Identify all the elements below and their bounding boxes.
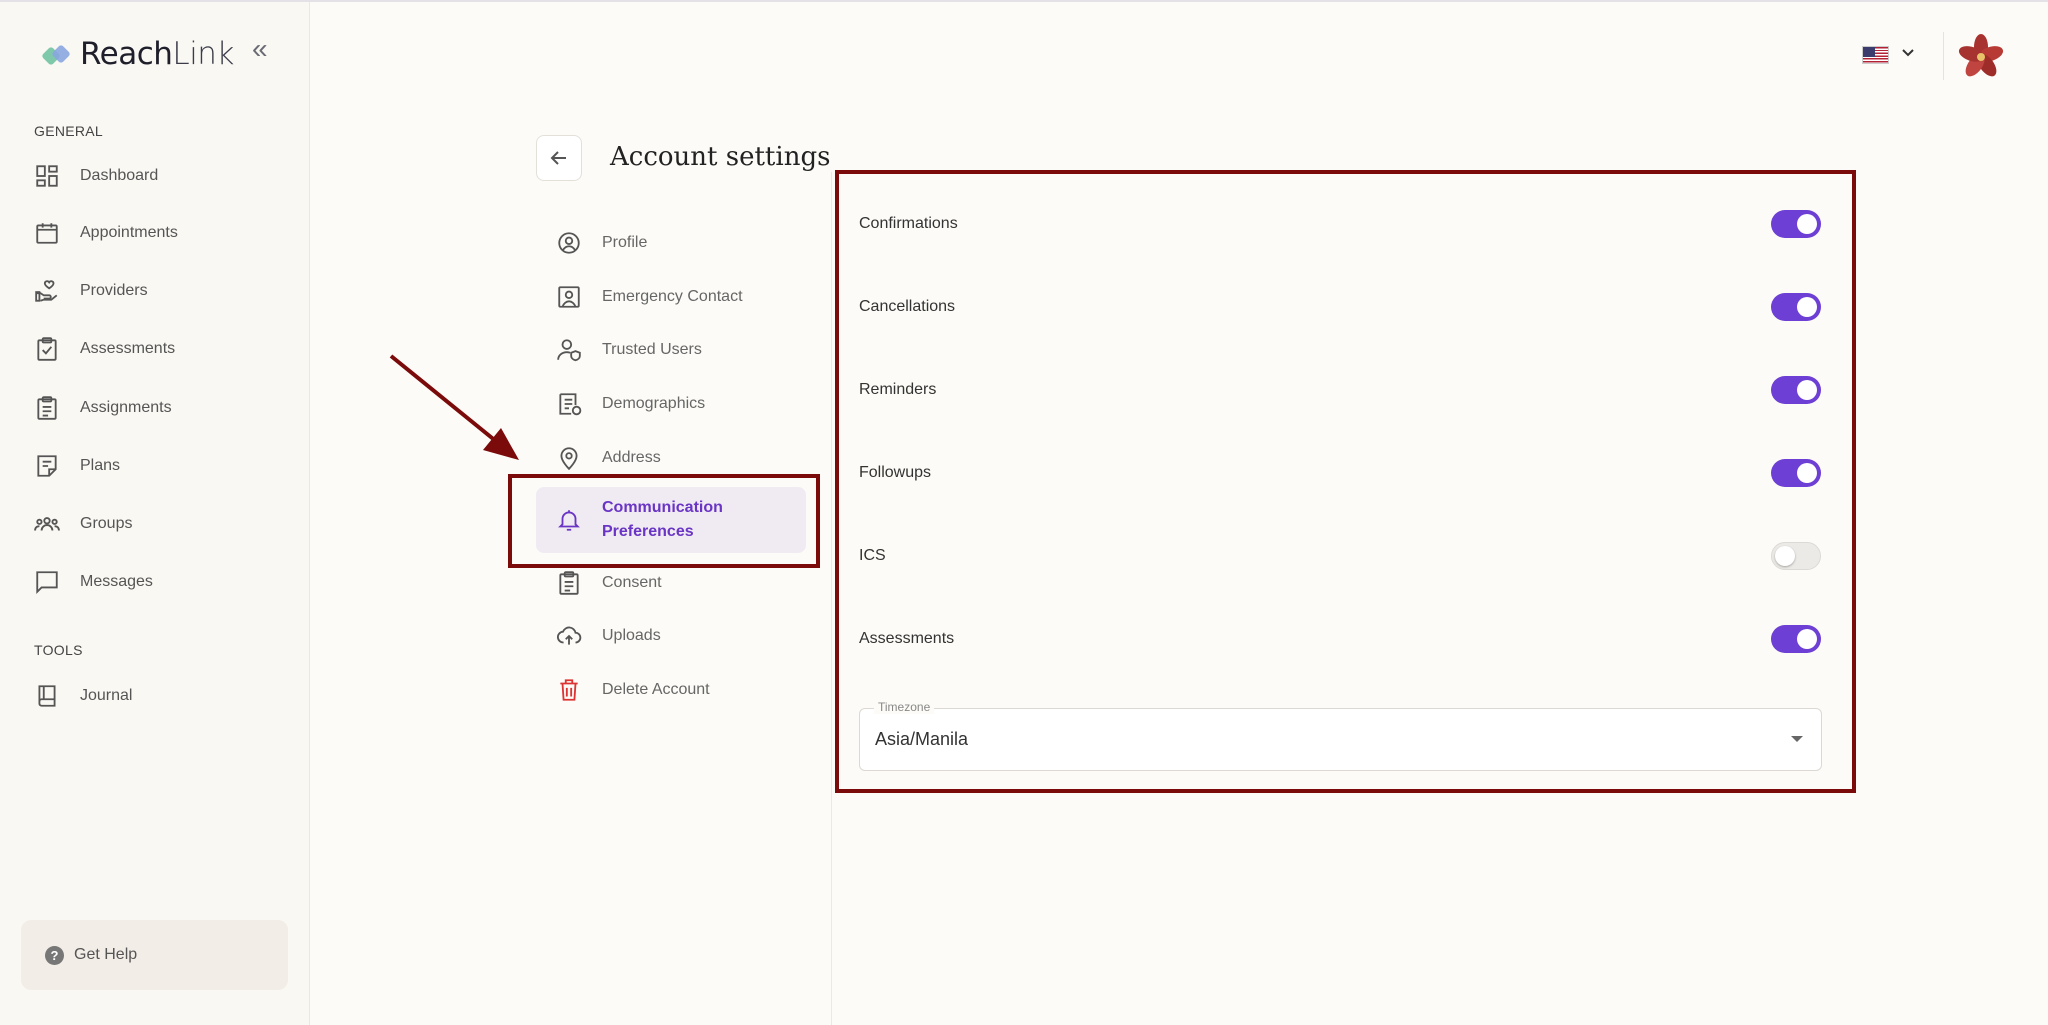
document-user-icon (559, 393, 582, 416)
chat-icon (36, 571, 58, 594)
settings-item-label: Uploads (602, 627, 661, 644)
sidebar-item-journal[interactable]: Journal (34, 681, 132, 711)
header-divider (1943, 32, 1944, 80)
sidebar-item-dashboard[interactable]: Dashboard (34, 161, 158, 191)
settings-item-label: Demographics (602, 395, 706, 412)
annotation-box-preferences (835, 170, 1856, 793)
settings-item-uploads[interactable]: Uploads (556, 623, 661, 649)
trash-icon (560, 679, 578, 701)
sidebar-item-groups[interactable]: Groups (34, 509, 132, 539)
us-flag-icon[interactable] (1862, 46, 1889, 64)
settings-item-demographics[interactable]: Demographics (556, 391, 705, 417)
sidebar-item-label: Messages (80, 573, 153, 590)
logo[interactable]: ReachLink (41, 36, 234, 72)
user-shield-icon (557, 339, 581, 362)
settings-item-profile[interactable]: Profile (556, 230, 647, 256)
settings-item-consent[interactable]: Consent (556, 570, 662, 596)
avatar[interactable] (1956, 32, 2006, 82)
sidebar-item-assessments[interactable]: Assessments (34, 334, 175, 364)
section-label-tools: TOOLS (34, 642, 83, 658)
note-icon (37, 455, 57, 477)
sidebar-item-label: Plans (80, 457, 121, 474)
settings-item-label: Delete Account (602, 681, 710, 698)
page-title: Account settings (610, 142, 831, 172)
group-icon (34, 517, 60, 531)
get-help-button[interactable]: ? Get Help (21, 920, 288, 990)
clipboard-check-icon (37, 337, 57, 361)
chevron-down-icon[interactable] (1900, 44, 1916, 60)
collapse-sidebar-icon[interactable]: « (252, 35, 278, 64)
sidebar-item-label: Dashboard (80, 167, 159, 184)
settings-item-label: Address (602, 449, 661, 466)
sidebar-item-assignments[interactable]: Assignments (34, 393, 172, 423)
settings-item-label: Emergency Contact (602, 288, 743, 305)
sidebar-item-label: Assessments (80, 340, 176, 357)
logo-text-light: Link (172, 36, 234, 72)
sidebar-item-label: Assignments (80, 399, 172, 416)
settings-item-label: Profile (602, 234, 648, 251)
cloud-upload-icon (557, 626, 582, 645)
sidebar-item-messages[interactable]: Messages (34, 567, 153, 597)
clipboard-icon (559, 571, 579, 595)
annotation-arrow (389, 354, 519, 460)
settings-item-emergency-contact[interactable]: Emergency Contact (556, 284, 743, 310)
sidebar-item-label: Appointments (80, 224, 178, 241)
section-label-general: GENERAL (34, 123, 104, 139)
settings-item-label: Consent (602, 574, 662, 591)
sidebar-item-label: Providers (80, 282, 148, 299)
sidebar-item-label: Groups (80, 515, 133, 532)
dashboard-icon (36, 165, 58, 187)
contact-card-icon (558, 286, 580, 308)
book-icon (38, 685, 56, 707)
calendar-icon (36, 223, 58, 244)
sidebar-item-providers[interactable]: Providers (34, 276, 148, 306)
sidebar-item-appointments[interactable]: Appointments (34, 218, 178, 248)
logo-text-bold: Reach (80, 36, 173, 72)
content-divider (831, 172, 832, 1025)
logo-mark-icon (41, 41, 72, 67)
settings-item-address[interactable]: Address (556, 445, 661, 471)
sidebar-item-plans[interactable]: Plans (34, 451, 120, 481)
get-help-label: Get Help (74, 946, 138, 963)
sidebar-item-label: Journal (80, 687, 133, 704)
settings-item-trusted-users[interactable]: Trusted Users (556, 337, 702, 363)
location-pin-icon (560, 447, 578, 471)
hand-heart-icon (35, 280, 58, 302)
annotation-box-menu (508, 474, 820, 568)
sidebar: ReachLink « GENERAL Dashboard Appointmen… (0, 2, 310, 1025)
arrow-left-icon (550, 151, 566, 165)
settings-item-delete-account[interactable]: Delete Account (556, 677, 710, 703)
back-button[interactable] (536, 135, 582, 181)
question-circle-icon: ? (45, 945, 64, 965)
settings-item-label: Trusted Users (602, 341, 702, 358)
user-circle-icon (558, 232, 580, 254)
clipboard-list-icon (37, 396, 57, 420)
